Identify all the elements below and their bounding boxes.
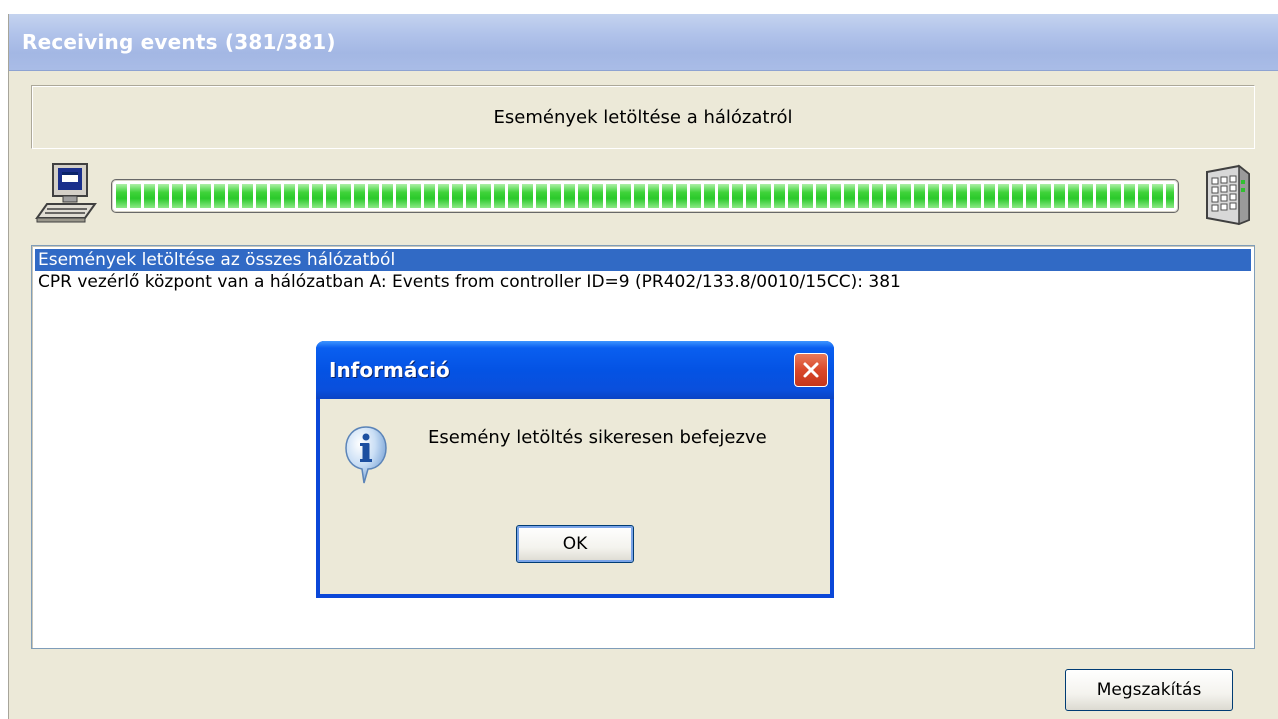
- log-row[interactable]: Események letöltése az összes hálózatból: [35, 249, 1251, 271]
- window-titlebar[interactable]: Receiving events (381/381): [9, 14, 1278, 71]
- header-panel: Események letöltése a hálózatról: [31, 85, 1255, 149]
- computer-icon: [35, 163, 97, 223]
- abort-button-label: Megszakítás: [1096, 680, 1202, 700]
- abort-button[interactable]: Megszakítás: [1065, 669, 1233, 711]
- dialog-body: Esemény letöltés sikeresen befejezve OK: [320, 399, 830, 594]
- dialog-titlebar[interactable]: Információ: [316, 341, 834, 399]
- log-row[interactable]: CPR vezérlő központ van a hálózatban A: …: [35, 271, 1251, 293]
- information-dialog: Információ Esemény letöltés sikeresen be…: [316, 341, 834, 598]
- progress-fill: [116, 184, 1174, 208]
- progress-row: [31, 158, 1259, 242]
- dialog-message: Esemény letöltés sikeresen befejezve: [428, 427, 767, 448]
- close-icon: [803, 362, 819, 378]
- dialog-title: Információ: [329, 358, 450, 382]
- dialog-close-button[interactable]: [794, 353, 828, 387]
- ok-button-label: OK: [562, 534, 588, 554]
- controller-device-icon: [1206, 164, 1250, 226]
- header-text: Események letöltése a hálózatról: [493, 106, 793, 128]
- window-title: Receiving events (381/381): [22, 30, 336, 54]
- information-icon: [345, 426, 387, 484]
- ok-button[interactable]: OK: [516, 525, 634, 563]
- progress-bar: [111, 179, 1179, 213]
